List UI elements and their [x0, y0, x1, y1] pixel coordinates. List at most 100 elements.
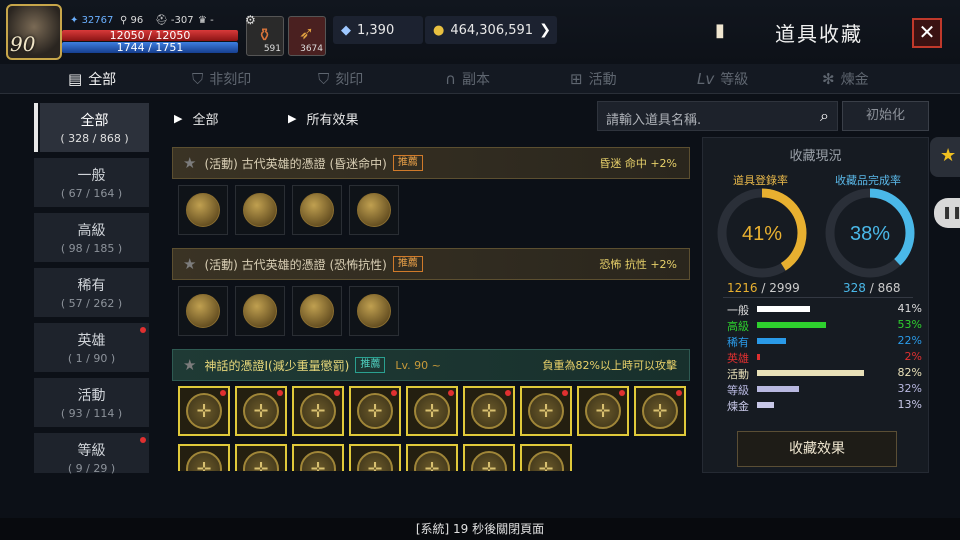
group-items-row2: ✛ ✛ ✛ ✛ ✛ ✛ ✛ [178, 444, 698, 471]
cross-coin-icon: ✛ [585, 393, 621, 429]
filter-category[interactable]: ▶ 全部 [174, 109, 218, 128]
collection-item-slot[interactable] [178, 286, 228, 336]
sidebar-item-normal[interactable]: 一般 ( 67 / 164 ) [34, 158, 149, 207]
collection-item-slot[interactable] [292, 185, 342, 235]
tab-dungeon[interactable]: ∩ 副本 [445, 64, 490, 94]
group-effect: 恐怖 抗性 +2% [599, 258, 677, 271]
gold-currency: ● 464,306,591 ❯ [425, 16, 557, 44]
collection-item-slot[interactable]: ✛ [406, 444, 458, 471]
collection-item-slot[interactable] [178, 185, 228, 235]
gold-icon: ● [433, 22, 445, 38]
tab-all[interactable]: ▤ 全部 [68, 64, 116, 94]
collection-item-slot[interactable]: ✛ [463, 386, 515, 436]
notification-dot [140, 437, 146, 443]
hp-bar: 12050 / 12050 [62, 30, 238, 41]
notification-dot [140, 327, 146, 333]
divider [723, 297, 913, 298]
notification-dot [391, 390, 397, 396]
search-icon[interactable]: ⌕ [820, 106, 829, 126]
stat1: ⚲ 96 [120, 15, 144, 26]
cross-coin-icon: ✛ [357, 451, 393, 471]
cross-coin-icon: ✛ [471, 393, 507, 429]
gift-icon: ⊞ [570, 70, 583, 88]
star-icon[interactable]: ★ [183, 154, 196, 172]
category-progress-row: 煉金 13% [727, 398, 922, 413]
tab-unsealed[interactable]: ⛉ 非刻印 [192, 64, 251, 94]
collection-item-slot[interactable]: ✛ [349, 386, 401, 436]
category-progress-bar [757, 354, 760, 360]
notification-dot [676, 390, 682, 396]
collection-item-slot[interactable]: ✛ [235, 444, 287, 471]
tab-alchemy[interactable]: ✻ 煉金 [822, 64, 869, 94]
collection-item-slot[interactable] [235, 185, 285, 235]
sidebar-item-advanced[interactable]: 高級 ( 98 / 185 ) [34, 213, 149, 262]
star-icon[interactable]: ★ [183, 356, 196, 374]
collection-item-slot[interactable]: ✛ [577, 386, 629, 436]
collection-item-slot[interactable]: ✛ [235, 386, 287, 436]
collection-item-slot[interactable]: ✛ [634, 386, 686, 436]
tab-label: 非刻印 [209, 72, 252, 88]
collection-item-slot[interactable] [235, 286, 285, 336]
collection-group-header[interactable]: ★ (活動) 古代英雄的憑證 (恐怖抗性) 推薦 恐怖 抗性 +2% [172, 248, 690, 280]
tab-label: 活動 [588, 72, 617, 88]
collection-item-slot[interactable] [349, 185, 399, 235]
sidebar-item-event[interactable]: 活動 ( 93 / 114 ) [34, 378, 149, 427]
notification-dot [277, 390, 283, 396]
sidebar-item-level[interactable]: 等級 ( 9 / 29 ) [34, 433, 149, 475]
group-items [178, 286, 399, 336]
recommend-badge: 推薦 [355, 357, 386, 373]
dungeon-icon: ∩ [445, 70, 456, 88]
horn-slot[interactable]: ➶ 3674 [288, 16, 326, 56]
category-percent: 22% [897, 334, 922, 347]
tab-sealed[interactable]: ⛉ 刻印 [318, 64, 363, 94]
collection-item-slot[interactable]: ✛ [292, 386, 344, 436]
collection-item-slot[interactable] [292, 286, 342, 336]
filter-category-label: 全部 [192, 113, 219, 128]
registration-count-total: / 2999 [761, 281, 800, 295]
collection-item-slot[interactable]: ✛ [349, 444, 401, 471]
search-input[interactable]: 請輸入道具名稱. ⌕ [597, 101, 838, 131]
player-level: 90 [10, 32, 36, 56]
sidebar-item-rare[interactable]: 稀有 ( 57 / 262 ) [34, 268, 149, 317]
sidebar-item-count: ( 93 / 114 ) [60, 407, 123, 420]
sidebar-active-indicator [34, 103, 38, 152]
cross-coin-icon: ✛ [528, 393, 564, 429]
collection-item-slot[interactable]: ✛ [178, 444, 230, 471]
sidebar-item-all[interactable]: 全部 ( 328 / 868 ) [40, 103, 149, 152]
notification-dot [220, 390, 226, 396]
collection-item-slot[interactable]: ✛ [292, 444, 344, 471]
notification-dot [448, 390, 454, 396]
collection-group-header[interactable]: ★ 神話的憑證I(減少重量懲罰) 推薦 Lv. 90 ~ 負重為82%以上時可以… [172, 349, 690, 381]
filter-effect[interactable]: ▶ 所有效果 [288, 109, 358, 128]
coin-icon [357, 193, 391, 227]
collection-item-slot[interactable]: ✛ [520, 444, 572, 471]
category-name: 一般 [727, 304, 749, 317]
system-message: [系統] 19 秒後關閉頁面 [0, 518, 960, 540]
collection-group-header[interactable]: ★ (活動) 古代英雄的憑證 (昏迷命中) 推薦 昏迷 命中 +2% [172, 147, 690, 179]
horn-icon: ➶ [299, 23, 315, 44]
category-name: 高級 [727, 320, 749, 333]
cross-coin-icon: ✛ [300, 393, 336, 429]
close-button[interactable]: ✕ [912, 18, 942, 48]
group-items [178, 185, 399, 235]
search-placeholder: 請輸入道具名稱. [606, 113, 702, 128]
book-icon: ▤ [68, 70, 83, 88]
collection-item-slot[interactable] [349, 286, 399, 336]
mp-bar: 1744 / 1751 [62, 42, 238, 53]
chevron-right-icon[interactable]: ❯ [539, 22, 551, 38]
collection-item-slot[interactable]: ✛ [178, 386, 230, 436]
potion-slot[interactable]: ⚙ ⚱ 591 [245, 13, 284, 56]
collection-item-slot[interactable]: ✛ [406, 386, 458, 436]
pause-button[interactable]: ❚❚ [934, 198, 960, 228]
collection-effect-button[interactable]: 收藏效果 [737, 431, 897, 467]
reset-button[interactable]: 初始化 [842, 101, 929, 131]
tab-event[interactable]: ⊞ 活動 [570, 64, 617, 94]
collection-item-slot[interactable]: ✛ [463, 444, 515, 471]
cross-coin-icon: ✛ [642, 393, 678, 429]
star-icon[interactable]: ★ [183, 255, 196, 273]
favorite-star-button[interactable]: ★ [930, 137, 960, 177]
crystal-icon: ◆ [341, 22, 351, 38]
tab-level[interactable]: Lv 等級 [697, 64, 748, 94]
sidebar-item-hero[interactable]: 英雄 ( 1 / 90 ) [34, 323, 149, 372]
collection-item-slot[interactable]: ✛ [520, 386, 572, 436]
